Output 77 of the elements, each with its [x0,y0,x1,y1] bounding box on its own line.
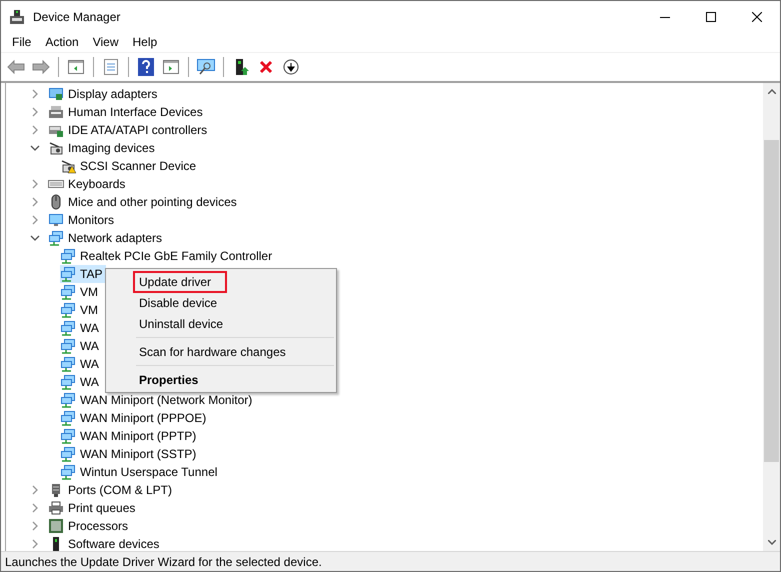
menu-item[interactable]: Scan for hardware changes [108,341,334,362]
network-adapter-icon [60,320,76,336]
network-adapter-icon [60,284,76,300]
panel-icon [163,60,179,74]
network-adapter-icon [60,374,76,390]
tree-item[interactable]: WA [60,373,103,391]
scanner-icon [48,140,64,156]
collapse-chevron-icon [30,143,40,153]
menu-item[interactable]: Action [38,32,86,52]
tree-item[interactable]: Ports (COM & LPT) [48,481,176,499]
tree-item[interactable]: WA [60,337,103,355]
delete-icon [259,60,273,74]
tree-item[interactable]: Processors [48,517,132,535]
tree-item[interactable]: VM [60,283,102,301]
help-button[interactable] [135,56,157,78]
network-adapter-icon [60,428,76,444]
tree-item[interactable]: Print queues [48,499,140,517]
window-title: Device Manager [33,10,122,24]
scrollbar-thumb[interactable] [764,140,779,462]
tree-item[interactable]: WA [60,319,103,337]
tree-item[interactable]: VM [60,301,102,319]
network-adapter-icon [60,248,76,264]
device-upload-icon [233,58,249,76]
tree-item[interactable]: WAN Miniport (PPPOE) [60,409,210,427]
tree-item[interactable]: Keyboards [48,175,130,193]
network-adapter-icon [60,446,76,462]
monitor-search-icon [196,58,216,76]
maximize-icon [706,12,716,22]
collapse-chevron-icon [30,233,40,243]
forward-arrow-icon [32,60,50,74]
tree-item[interactable]: WAN Miniport (PPTP) [60,427,200,445]
tree-item[interactable]: Mice and other pointing devices [48,193,241,211]
printer-icon [48,500,64,516]
help-icon [138,58,154,76]
tree-item[interactable]: WAN Miniport (SSTP) [60,445,200,463]
menu-item[interactable]: Uninstall device [108,313,334,334]
tree-item[interactable]: Realtek PCIe GbE Family Controller [60,247,276,265]
network-adapter-icon [48,230,64,246]
status-text: Launches the Update Driver Wizard for the selected device. [4,554,323,568]
network-adapter-icon [60,302,76,318]
processor-icon [48,518,64,534]
tree-item[interactable]: Wintun Userspace Tunnel [60,463,222,481]
scanner-warning-icon [60,158,76,174]
tree-item[interactable]: WAN Miniport (Network Monitor) [60,391,256,409]
tree-item[interactable]: Imaging devices [48,139,159,157]
panel-icon [68,60,84,74]
network-adapter-icon [60,338,76,354]
tree-item[interactable]: TAP [60,265,106,283]
close-icon [752,12,762,22]
display-adapter-icon [48,86,64,102]
monitor-icon [48,212,64,228]
menu-item[interactable]: Help [126,32,164,52]
up-caret-icon [768,89,776,94]
menu-item[interactable]: Properties [108,369,334,390]
menu-item[interactable]: Update driver [108,271,334,292]
tree-item[interactable]: Monitors [48,211,118,229]
down-arrow-circle-icon [283,59,299,75]
app-icon [9,8,25,24]
back-arrow-icon [7,60,25,74]
tree-item[interactable]: Human Interface Devices [48,103,207,121]
tree-item[interactable]: Display adapters [48,85,162,103]
down-caret-icon [768,540,776,545]
network-adapter-icon [60,464,76,480]
network-adapter-icon [60,410,76,426]
menu-item[interactable]: View [86,32,126,52]
menu-item[interactable]: File [5,32,38,52]
scrollbar[interactable] [763,83,780,551]
tree-item[interactable]: WA [60,355,103,373]
tree-item[interactable]: Software devices [48,535,164,551]
network-adapter-icon [60,392,76,408]
tree-item[interactable]: SCSI Scanner Device [60,157,200,175]
network-adapter-icon [60,356,76,372]
document-icon [104,59,118,75]
menu-item[interactable]: Disable device [108,292,334,313]
tree-item[interactable]: IDE ATA/ATAPI controllers [48,121,212,139]
network-adapter-icon [60,266,76,282]
tree-item[interactable]: Network adapters [48,229,166,247]
